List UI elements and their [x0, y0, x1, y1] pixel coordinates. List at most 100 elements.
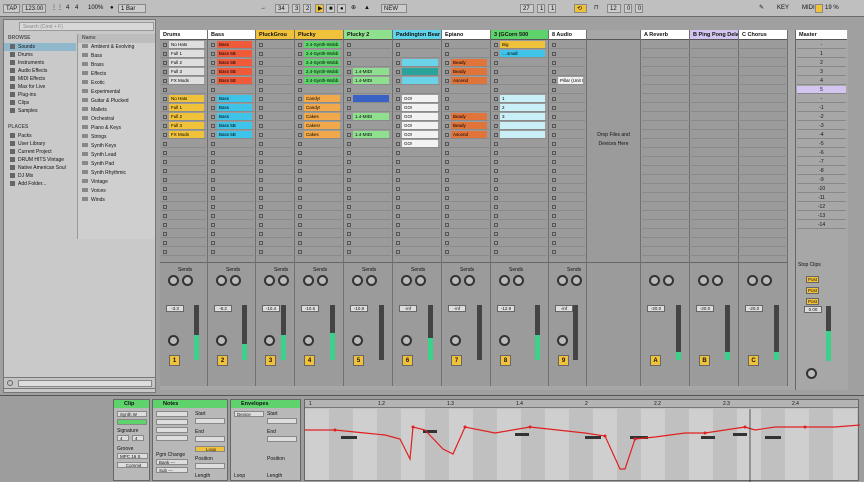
clip-slot[interactable] [550, 41, 585, 49]
clip[interactable]: No Hats [169, 95, 204, 102]
clip[interactable]: Full 1 [169, 104, 204, 111]
slot-stop-icon[interactable] [298, 223, 302, 227]
pan-knob[interactable] [264, 335, 275, 346]
slot-stop-icon[interactable] [298, 250, 302, 254]
clip[interactable]: Cakes! [304, 122, 340, 129]
clip-slot[interactable] [209, 203, 254, 211]
slot-stop-icon[interactable] [163, 178, 167, 182]
slot-stop-icon[interactable] [494, 151, 498, 155]
drop-zone-text[interactable]: Drop Files and Devices Here [589, 131, 638, 149]
level-meter[interactable] [330, 305, 335, 360]
track-header[interactable]: 3 (GCorn 500 [491, 30, 548, 40]
commit-button[interactable]: Commit [117, 462, 148, 468]
record-button[interactable]: ● [337, 4, 346, 13]
scene-launch[interactable]: 5 [797, 86, 846, 94]
slot-stop-icon[interactable] [259, 70, 263, 74]
loop-button[interactable]: Loop [195, 446, 225, 452]
slot-stop-icon[interactable] [259, 79, 263, 83]
slot-stop-icon[interactable] [163, 196, 167, 200]
clip-slot[interactable] [161, 167, 206, 175]
clip-slot[interactable] [257, 212, 293, 220]
clip-slot[interactable] [550, 230, 585, 238]
clip-slot[interactable] [161, 149, 206, 157]
clip-slot[interactable] [550, 158, 585, 166]
slot-stop-icon[interactable] [298, 151, 302, 155]
slot-stop-icon[interactable] [347, 232, 351, 236]
clip-slot[interactable] [443, 221, 489, 229]
clip-slot[interactable] [209, 167, 254, 175]
slot-stop-icon[interactable] [259, 43, 263, 47]
clip-slot[interactable] [296, 149, 342, 157]
track-header[interactable] [587, 30, 640, 40]
follow-icon[interactable]: → [258, 4, 268, 13]
clip-slot[interactable] [443, 140, 489, 148]
slot-stop-icon[interactable] [298, 196, 302, 200]
clip-slot[interactable] [161, 239, 206, 247]
signature-numerator[interactable]: 4 [64, 4, 71, 13]
clip-slot[interactable] [550, 185, 585, 193]
clip-slot[interactable]: GO! [394, 140, 440, 148]
clip[interactable]: Beady [451, 59, 487, 66]
clip[interactable]: 2.4-Synth-Wobb [304, 59, 340, 66]
clip-slot[interactable]: Ascend [443, 131, 489, 139]
clip-slot[interactable] [550, 239, 585, 247]
clip-slot[interactable] [550, 68, 585, 76]
slot-stop-icon[interactable] [347, 52, 351, 56]
slot-stop-icon[interactable] [494, 142, 498, 146]
clip-slot[interactable] [161, 86, 206, 94]
browser-list-item[interactable]: Vintage [78, 178, 155, 187]
slot-stop-icon[interactable] [163, 52, 167, 56]
clip-slot[interactable] [550, 122, 585, 130]
clip-slot[interactable]: Full 1 [161, 104, 206, 112]
slot-stop-icon[interactable] [298, 52, 302, 56]
clip[interactable] [402, 77, 438, 84]
clip-slot[interactable] [161, 140, 206, 148]
loop-length-bar[interactable]: 12 [607, 4, 621, 13]
clip-slot[interactable] [257, 230, 293, 238]
post-toggle[interactable]: Post [806, 276, 819, 283]
slot-stop-icon[interactable] [211, 79, 215, 83]
bank-field[interactable]: Bank --- [156, 459, 188, 465]
track-header[interactable]: Drums [160, 30, 207, 40]
slot-stop-icon[interactable] [211, 241, 215, 245]
clip-slot[interactable] [257, 239, 293, 247]
slot-stop-icon[interactable] [211, 250, 215, 254]
env-start-field[interactable] [267, 418, 297, 424]
slot-stop-icon[interactable] [211, 97, 215, 101]
slot-stop-icon[interactable] [259, 214, 263, 218]
post-toggle[interactable]: Post [806, 298, 819, 305]
clip-slot[interactable] [492, 131, 547, 139]
send-a-knob[interactable] [499, 275, 510, 286]
loop-start-beat[interactable]: 1 [537, 4, 545, 13]
clip-slot[interactable] [550, 212, 585, 220]
browser-list-item[interactable]: Synth Lead [78, 151, 155, 160]
clip-slot[interactable] [209, 185, 254, 193]
clip-slot[interactable]: 3 [492, 113, 547, 121]
slot-stop-icon[interactable] [298, 79, 302, 83]
clip-slot[interactable] [394, 239, 440, 247]
slot-stop-icon[interactable] [347, 142, 351, 146]
track-header[interactable]: PluckGrou [256, 30, 294, 40]
clip-slot[interactable] [492, 122, 547, 130]
slot-stop-icon[interactable] [494, 223, 498, 227]
scene-launch[interactable]: -2 [797, 113, 846, 121]
scene-launch[interactable]: -5 [797, 140, 846, 148]
note-reverse[interactable] [156, 427, 188, 433]
position-field[interactable] [195, 463, 225, 469]
master-level-meter[interactable] [826, 306, 831, 361]
clip-slot[interactable] [257, 50, 293, 58]
level-meter[interactable] [774, 305, 779, 360]
volume-field[interactable]: -20.0 [696, 305, 714, 312]
slot-stop-icon[interactable] [347, 178, 351, 182]
clip-slot[interactable] [443, 185, 489, 193]
slot-stop-icon[interactable] [494, 241, 498, 245]
volume-field[interactable]: -12.9 [497, 305, 515, 312]
clip-slot[interactable]: 2.4-Synth-Wobb [296, 77, 342, 85]
slot-stop-icon[interactable] [298, 133, 302, 137]
clip[interactable]: GO! [402, 140, 438, 147]
clip-slot[interactable] [345, 212, 391, 220]
clip-slot[interactable] [296, 140, 342, 148]
clip-slot[interactable] [209, 230, 254, 238]
slot-stop-icon[interactable] [445, 52, 449, 56]
clip-slot[interactable]: Cakes [296, 113, 342, 121]
